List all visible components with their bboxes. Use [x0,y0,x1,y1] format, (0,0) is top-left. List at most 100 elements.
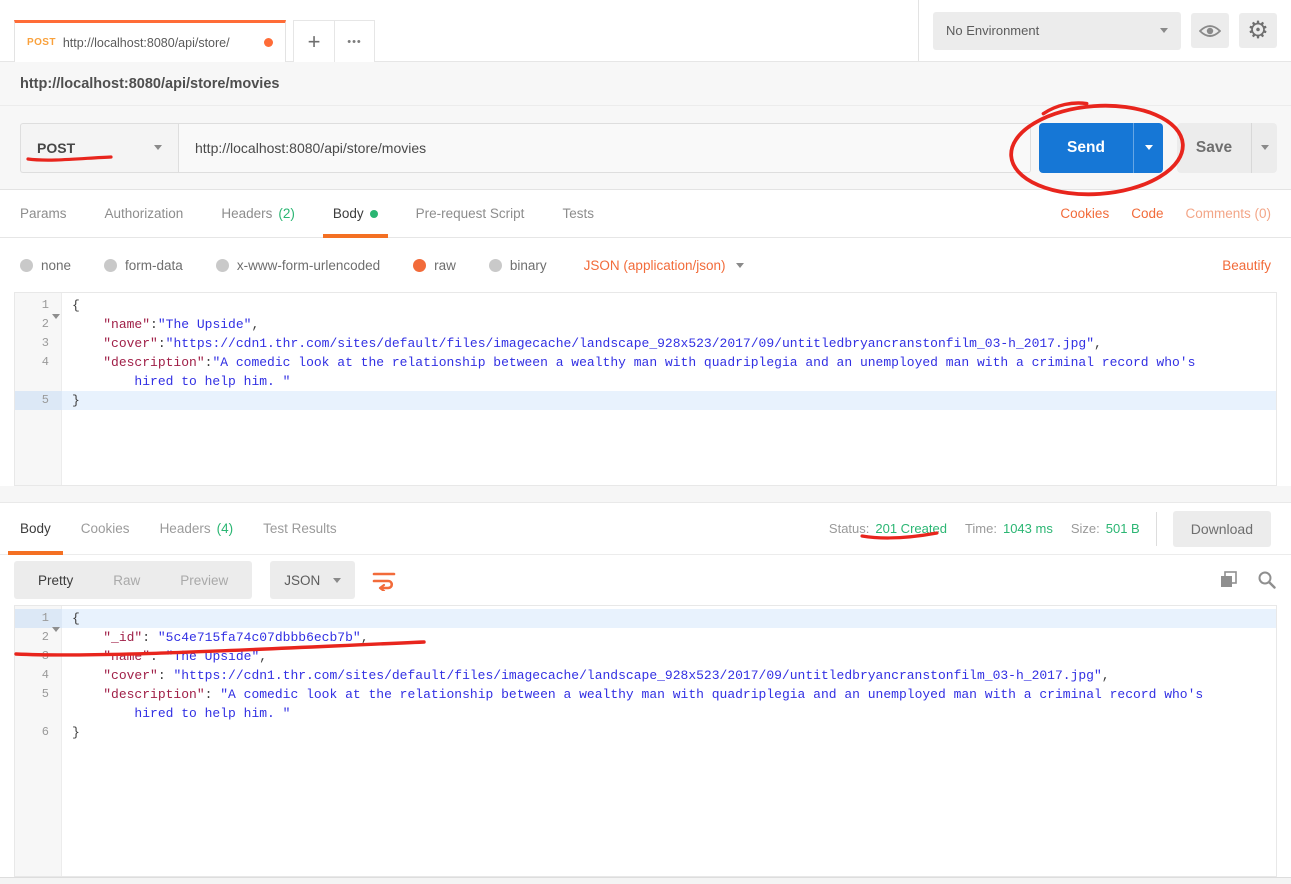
view-preview[interactable]: Preview [160,573,248,588]
environment-selector[interactable]: No Environment [933,12,1181,50]
code-token: { [72,298,80,313]
code-line[interactable]: 6} [15,723,1276,742]
code-token: "name" [103,317,150,332]
line-number: 2 [15,315,49,334]
method-select-value: POST [37,140,75,156]
save-button[interactable]: Save [1177,123,1251,173]
code-text: } [62,723,1276,742]
tab-count: (2) [278,206,295,221]
beautify-link[interactable]: Beautify [1222,258,1271,273]
line-number: 2 [15,628,49,647]
code-line[interactable]: hired to help him. " [15,372,1276,391]
search-response-button[interactable] [1257,570,1277,590]
radio-icon [20,259,33,272]
code-token: : [150,317,158,332]
wrap-lines-button[interactable] [371,569,397,591]
chevron-down-icon [736,263,744,268]
postman-window: POST http://localhost:8080/api/store/ + … [0,0,1291,884]
line-number: 3 [15,647,49,666]
chevron-down-icon [1160,28,1168,33]
tab-params[interactable]: Params [20,190,67,238]
code-token: , [251,317,259,332]
tab-label: Cookies [81,521,130,536]
radio-none[interactable]: none [20,258,71,273]
settings-button[interactable]: ⚙ [1239,13,1277,48]
response-tab-headers[interactable]: Headers (4) [160,503,234,555]
radio-x-www-form-urlencoded[interactable]: x-www-form-urlencoded [216,258,380,273]
tab-tests[interactable]: Tests [562,190,594,238]
response-tab-body[interactable]: Body [20,503,51,555]
code-token: "cover" [103,336,158,351]
code-line[interactable]: 3 "cover":"https://cdn1.thr.com/sites/de… [15,334,1276,353]
response-tab-test-results[interactable]: Test Results [263,503,337,555]
code-line[interactable]: 2 "_id": "5c4e715fa74c07dbbb6ecb7b", [15,628,1276,647]
code-token: { [72,611,80,626]
code-token: , [361,630,369,645]
radio-binary[interactable]: binary [489,258,547,273]
url-input[interactable] [179,140,1030,156]
time-label: Time: [965,521,997,536]
radio-form-data[interactable]: form-data [104,258,183,273]
code-line[interactable]: 5 "description": "A comedic look at the … [15,685,1276,704]
gear-icon: ⚙ [1247,19,1269,43]
tab-body[interactable]: Body [333,190,378,238]
code-line[interactable]: 3 "name": "The Upside", [15,647,1276,666]
line-number: 1 [15,296,49,315]
code-line[interactable]: 1{ [15,296,1276,315]
content-type-selector[interactable]: JSON (application/json) [584,258,745,273]
code-line[interactable]: 1{ [15,609,1276,628]
code-token: hired to help him. " [134,706,290,721]
radio-raw[interactable]: raw [413,258,456,273]
code-token [72,374,134,389]
method-select[interactable]: POST [20,123,178,173]
code-line[interactable]: 4 "description":"A comedic look at the r… [15,353,1276,372]
copy-response-button[interactable] [1219,570,1239,590]
request-tab[interactable]: POST http://localhost:8080/api/store/ [14,20,286,62]
response-format-selector[interactable]: JSON [270,561,355,599]
view-pretty[interactable]: Pretty [18,573,93,588]
line-gutter: 1 [15,609,62,628]
chevron-down-icon [1145,145,1153,150]
chevron-down-icon [333,578,341,583]
request-tabs: Params Authorization Headers (2) Body Pr… [0,190,1291,238]
response-body-editor[interactable]: 1{2 "_id": "5c4e715fa74c07dbbb6ecb7b",3 … [14,605,1277,877]
tab-headers[interactable]: Headers (2) [221,190,295,238]
request-body-editor[interactable]: 1{2 "name":"The Upside",3 "cover":"https… [14,292,1277,486]
line-number: 4 [15,353,49,372]
tab-label: Tests [562,206,594,221]
send-button[interactable]: Send [1039,123,1133,173]
more-tabs-button[interactable]: ••• [335,20,375,62]
download-button[interactable]: Download [1173,511,1271,547]
cookies-link[interactable]: Cookies [1060,206,1109,221]
view-raw[interactable]: Raw [93,573,160,588]
tab-authorization[interactable]: Authorization [105,190,184,238]
code-token: "description" [103,355,204,370]
code-token: "description" [103,687,204,702]
save-options-button[interactable] [1251,123,1277,173]
code-token: "https://cdn1.thr.com/sites/default/file… [173,668,1101,683]
send-options-button[interactable] [1133,123,1163,173]
code-token [72,317,103,332]
line-gutter: 5 [15,391,62,410]
code-line[interactable]: hired to help him. " [15,704,1276,723]
code-text: "description":"A comedic look at the rel… [62,353,1276,372]
code-text: } [62,391,1276,410]
tab-pre-request-script[interactable]: Pre-request Script [416,190,525,238]
comments-link[interactable]: Comments (0) [1185,206,1271,221]
environment-quick-look-button[interactable] [1191,13,1229,48]
line-gutter: 6 [15,723,62,742]
tab-label: Test Results [263,521,337,536]
code-line[interactable]: 5} [15,391,1276,410]
code-line[interactable]: 4 "cover": "https://cdn1.thr.com/sites/d… [15,666,1276,685]
radio-icon [216,259,229,272]
code-link[interactable]: Code [1131,206,1163,221]
tab-label: Authorization [105,206,184,221]
response-meta-row: Body Cookies Headers (4) Test Results St… [0,503,1291,555]
response-tab-cookies[interactable]: Cookies [81,503,130,555]
section-divider [0,486,1291,503]
line-number: 3 [15,334,49,353]
time-value: 1043 ms [1003,521,1053,536]
new-tab-button[interactable]: + [293,20,335,62]
line-gutter [15,704,62,723]
code-line[interactable]: 2 "name":"The Upside", [15,315,1276,334]
